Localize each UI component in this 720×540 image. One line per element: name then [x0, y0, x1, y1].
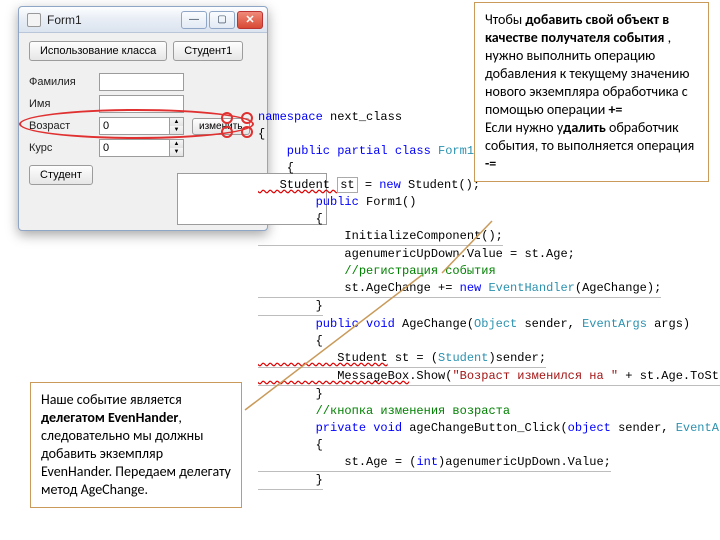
code-line: Student st = (Student)sender;: [258, 351, 546, 365]
code-line: private void ageChangeButton_Click(objec…: [258, 421, 720, 435]
code-line: agenumericUpDown.Value = st.Age;: [258, 247, 575, 261]
app-icon: [27, 13, 41, 27]
code-line: {: [258, 334, 323, 348]
course-label: Курс: [29, 142, 99, 154]
code-line: //регистрация события: [258, 264, 496, 278]
code-line: public Form1(): [258, 195, 416, 209]
annotation-add-handler: Чтобы добавить свой объект в качестве по…: [474, 2, 709, 182]
spin-down-icon[interactable]: ▼: [169, 148, 183, 156]
code-line: //кнопка изменения возраста: [258, 404, 510, 418]
code-line: Student st = new Student();: [258, 177, 480, 193]
code-line: public void AgeChange(Object sender, Eve…: [258, 317, 690, 331]
annotation-delegate: Наше событие является делегатом EvenHand…: [30, 382, 242, 508]
lastname-label: Фамилия: [29, 76, 99, 88]
code-line: st.Age = (int)agenumericUpDown.Value;: [258, 455, 611, 469]
spin-up-icon[interactable]: ▲: [169, 140, 183, 148]
firstname-input[interactable]: [99, 95, 184, 113]
code-line: MessageBox.Show("Возраст изменился на " …: [258, 369, 720, 383]
use-class-button[interactable]: Использование класса: [29, 41, 167, 61]
code-line: }: [258, 299, 323, 313]
code-line: {: [258, 438, 323, 452]
student1-button[interactable]: Студент1: [173, 41, 243, 61]
code-line: InitializeComponent();: [258, 229, 503, 243]
lastname-input[interactable]: [99, 73, 184, 91]
code-line: {: [258, 212, 323, 226]
code-line: st.AgeChange += new EventHandler(AgeChan…: [258, 281, 661, 295]
age-label: Возраст: [29, 120, 99, 132]
close-button[interactable]: ✕: [237, 11, 263, 29]
student-button[interactable]: Студент: [29, 165, 93, 185]
age-numeric[interactable]: 0 ▲▼: [99, 117, 184, 135]
firstname-label: Имя: [29, 98, 99, 110]
spin-up-icon[interactable]: ▲: [169, 118, 183, 126]
spin-down-icon[interactable]: ▼: [169, 126, 183, 134]
course-value: 0: [100, 142, 169, 154]
code-line: }: [258, 473, 323, 487]
titlebar: Form1 — ▢ ✕: [19, 7, 267, 33]
code-line: {: [258, 127, 265, 141]
form1-window: Form1 — ▢ ✕ Использование класса Студент…: [18, 6, 268, 231]
course-numeric[interactable]: 0 ▲▼: [99, 139, 184, 157]
code-line: namespace next_class: [258, 110, 402, 124]
maximize-button[interactable]: ▢: [209, 11, 235, 29]
code-line: {: [258, 161, 294, 175]
window-title: Form1: [47, 13, 181, 27]
minimize-button[interactable]: —: [181, 11, 207, 29]
change-button[interactable]: изменить: [192, 118, 250, 135]
form-body: Использование класса Студент1 Фамилия Им…: [19, 33, 267, 230]
code-line: }: [258, 387, 323, 401]
age-value: 0: [100, 120, 169, 132]
